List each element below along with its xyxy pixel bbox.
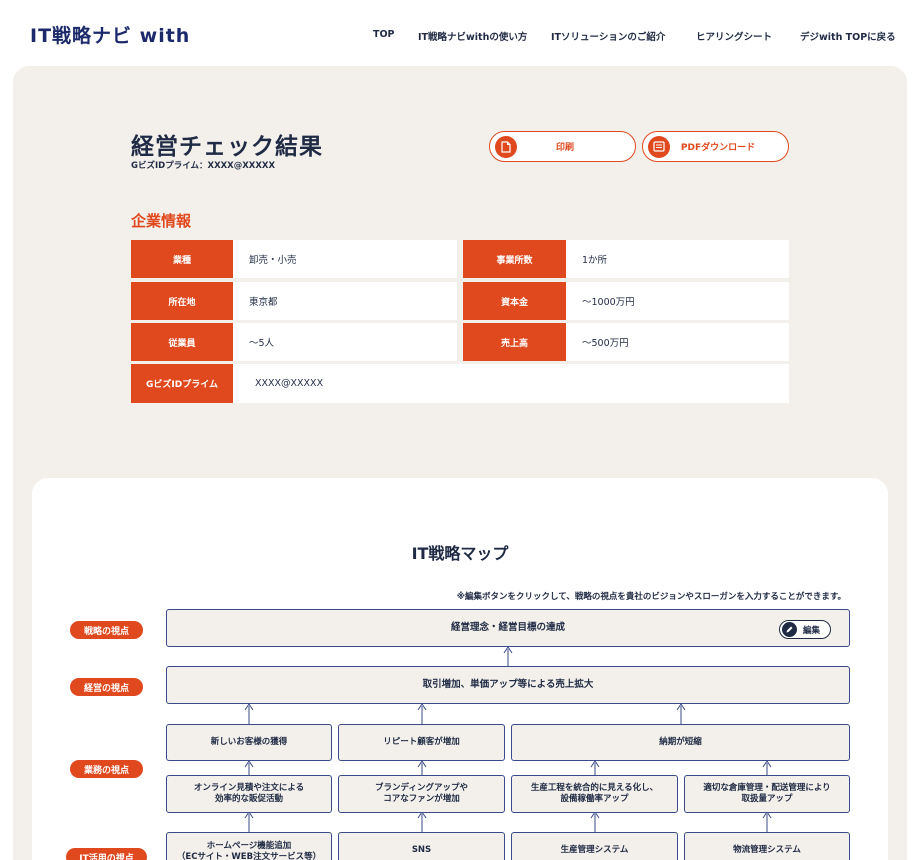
document-icon	[495, 135, 517, 158]
nav-back-to-digi-top[interactable]: デジwith TOPに戻る	[800, 29, 896, 43]
perspective-it-usage: IT活用の視点	[66, 848, 147, 860]
company-info-heading: 企業情報	[131, 212, 192, 230]
print-button[interactable]: 印刷	[489, 131, 636, 162]
logo-with: with	[139, 25, 191, 47]
edit-label: 編集	[803, 625, 821, 636]
business-box-production-visibility: 生産工程を統合的に見える化し、 設備稼働率アップ	[511, 775, 678, 813]
print-label: 印刷	[555, 143, 574, 153]
sales-label: 売上高	[463, 323, 566, 361]
nav-top[interactable]: TOP	[373, 29, 395, 40]
perspective-business: 業務の視点	[70, 760, 143, 778]
business-box-branding: ブランディングアップや コアなファンが増加	[338, 775, 505, 813]
location-label: 所在地	[131, 282, 233, 320]
business-box-warehouse-management: 適切な倉庫管理・配送管理により 取扱量アップ	[684, 775, 850, 813]
business-box-repeat-customers: リピート顧客が増加	[338, 724, 505, 761]
it-tool-logistics-management: 物流管理システム	[684, 832, 850, 860]
it-tool-production-management: 生産管理システム	[511, 832, 678, 860]
offices-value: 1か所	[566, 240, 789, 278]
strategy-goal-box: 経営理念・経営目標の達成	[166, 609, 850, 647]
nav-hearing-sheet[interactable]: ヒアリングシート	[696, 29, 772, 43]
logo-text: IT戦略ナビ	[30, 25, 133, 47]
capital-label: 資本金	[463, 282, 566, 320]
it-tool-homepage: ホームページ機能追加 （ECサイト・WEB注文サービス等）	[166, 832, 332, 860]
site-logo[interactable]: IT戦略ナビ with	[30, 21, 190, 48]
gbiz-id-label: GビズIDプライム	[131, 364, 233, 403]
business-box-shorter-lead-time: 納期が短縮	[511, 724, 850, 761]
sales-value: 〜500万円	[566, 323, 789, 361]
capital-value: 〜1000万円	[566, 282, 789, 320]
industry-value: 卸売・小売	[233, 240, 457, 278]
edit-button[interactable]: 編集	[779, 620, 831, 639]
perspective-management: 経営の視点	[70, 678, 143, 696]
it-strategy-map-title: IT戦略マップ	[411, 544, 509, 563]
gbiz-id-subtitle: GビズIDプライム：XXXX@XXXXX	[131, 161, 276, 171]
business-box-new-customers: 新しいお客様の獲得	[166, 724, 332, 761]
it-tool-sns: SNS	[338, 832, 505, 860]
offices-label: 事業所数	[463, 240, 566, 278]
nav-it-solutions[interactable]: ITソリューションのご紹介	[551, 29, 665, 43]
perspective-strategy: 戦略の視点	[70, 621, 143, 639]
pdf-icon	[648, 135, 670, 158]
pencil-icon	[782, 622, 797, 637]
business-box-online-quotes: オンライン見積や注文による 効率的な販促活動	[166, 775, 332, 813]
edit-instruction-note: ※編集ボタンをクリックして、戦略の視点を貴社のビジョンやスローガンを入力すること…	[456, 592, 846, 602]
industry-label: 業種	[131, 240, 233, 278]
location-value: 東京都	[233, 282, 457, 320]
management-box: 取引増加、単価アップ等による売上拡大	[166, 666, 850, 704]
nav-how-to-use[interactable]: IT戦略ナビwithの使い方	[418, 29, 527, 43]
strategy-goal-text: 経営理念・経営目標の達成	[450, 621, 565, 633]
page-title: 経営チェック結果	[131, 134, 323, 160]
employees-label: 従業員	[131, 323, 233, 361]
gbiz-id-value: XXXX@XXXXX	[233, 364, 789, 403]
pdf-download-label: PDFダウンロード	[680, 143, 756, 153]
pdf-download-button[interactable]: PDFダウンロード	[642, 131, 789, 162]
site-header: IT戦略ナビ with TOP IT戦略ナビwithの使い方 ITソリューション…	[0, 0, 920, 66]
employees-value: 〜5人	[233, 323, 457, 361]
